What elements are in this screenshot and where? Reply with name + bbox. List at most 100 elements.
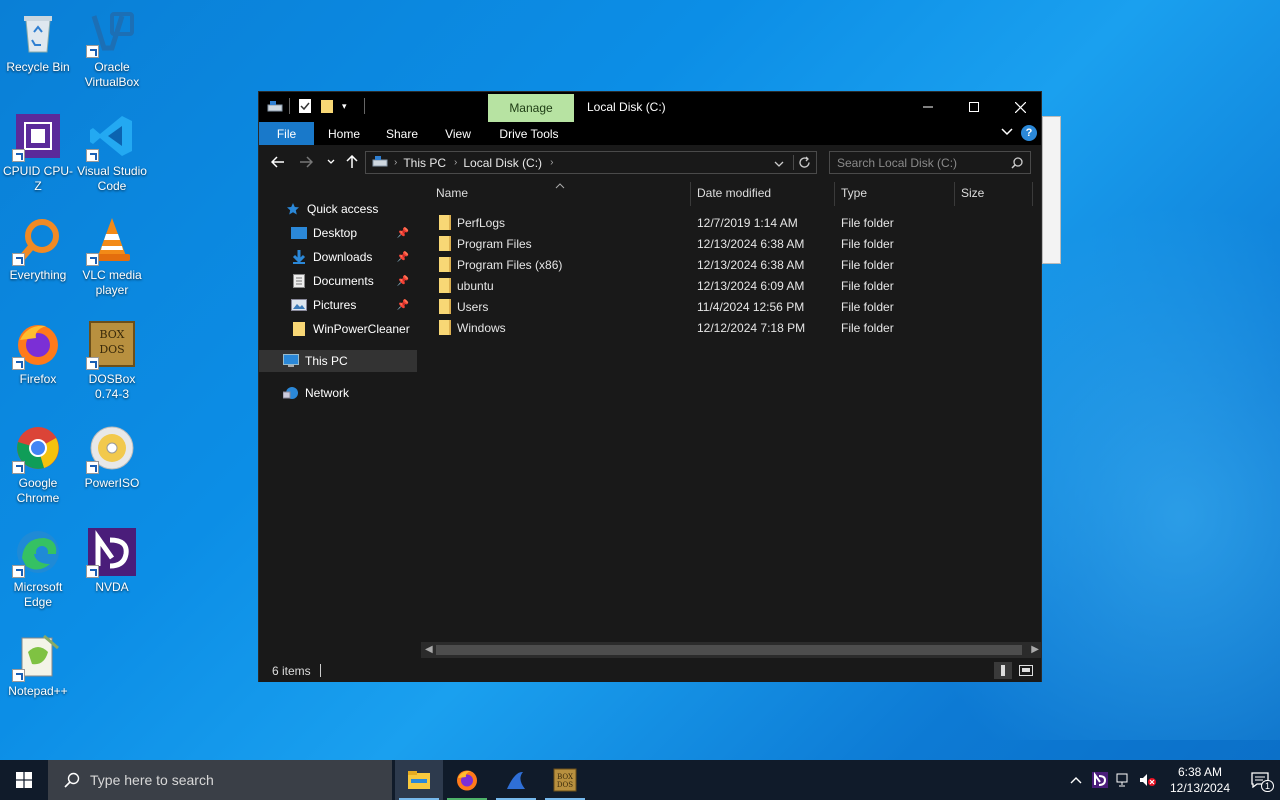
download-arrow-icon	[291, 250, 307, 264]
column-divider[interactable]	[834, 182, 835, 206]
sidebar-item-this-pc[interactable]: This PC	[259, 350, 417, 372]
large-icons-view-button[interactable]	[1017, 662, 1035, 679]
address-bar[interactable]: › This PC › Local Disk (C:) ›	[365, 151, 817, 174]
scrollbar-thumb[interactable]	[436, 645, 1022, 655]
details-view-button[interactable]	[994, 662, 1012, 679]
help-icon[interactable]: ?	[1021, 125, 1037, 141]
taskbar-search-box[interactable]: Type here to search	[48, 760, 392, 800]
start-button[interactable]	[0, 760, 48, 800]
desktop-icon-google-chrome[interactable]: Google Chrome	[0, 418, 76, 514]
forward-button[interactable]	[297, 153, 315, 171]
desktop-icon-label: Notepad++	[8, 684, 68, 698]
desktop-icon-poweriso[interactable]: PowerISO	[74, 418, 150, 514]
taskbar-clock[interactable]: 6:38 AM 12/13/2024	[1160, 764, 1240, 796]
column-header-type[interactable]: Type	[841, 180, 867, 206]
action-center-button[interactable]: 1	[1240, 772, 1280, 792]
shortcut-arrow-icon	[86, 149, 99, 162]
show-hidden-icons-chevron-icon[interactable]	[1064, 776, 1088, 784]
pin-icon[interactable]: 📌	[397, 276, 409, 287]
desktop-icon-label: Google Chrome	[16, 476, 60, 505]
column-header-name[interactable]: Name	[436, 180, 468, 206]
table-row[interactable]: ubuntu 12/13/2024 6:09 AM File folder	[429, 275, 1033, 296]
file-type: File folder	[841, 216, 894, 230]
desktop-icon-vlc-media-player[interactable]: VLC media player	[74, 210, 150, 306]
tab-drive-tools[interactable]: Drive Tools	[491, 122, 567, 145]
sidebar-item-pictures[interactable]: Pictures 📌	[259, 294, 417, 316]
tab-manage[interactable]: Manage	[488, 94, 574, 122]
desktop-icon-dosbox[interactable]: BOX DOS DOSBox 0.74-3	[74, 314, 150, 410]
column-divider[interactable]	[1032, 182, 1033, 206]
sidebar-item-label: Downloads	[313, 250, 373, 264]
desktop-icon-microsoft-edge[interactable]: Microsoft Edge	[0, 522, 76, 618]
taskbar-file-explorer[interactable]	[395, 760, 443, 800]
desktop-icon-firefox[interactable]: Firefox	[0, 314, 76, 410]
everything-search-icon	[12, 216, 62, 266]
column-divider[interactable]	[690, 182, 691, 206]
desktop-icon-cpu-z[interactable]: CPUID CPU-Z	[0, 106, 76, 202]
chrome-icon	[12, 424, 62, 474]
expand-ribbon-chevron-icon[interactable]	[1001, 127, 1013, 139]
tab-home[interactable]: Home	[319, 122, 369, 145]
folder-icon	[439, 257, 451, 272]
network-status-icon[interactable]	[1112, 773, 1136, 787]
properties-icon[interactable]	[298, 98, 312, 114]
sidebar-item-downloads[interactable]: Downloads 📌	[259, 246, 417, 268]
taskbar-dosbox[interactable]: BOX DOS	[541, 760, 589, 800]
desktop-icon-visual-studio-code[interactable]: Visual Studio Code	[74, 106, 150, 202]
customize-toolbar-dropdown-icon[interactable]: ▾	[342, 98, 356, 114]
close-button[interactable]	[997, 92, 1043, 122]
new-folder-icon[interactable]	[320, 98, 334, 114]
desktop-icon-nvda[interactable]: NVDA	[74, 522, 150, 618]
nvda-tray-icon[interactable]	[1088, 772, 1112, 788]
sidebar-item-winpowercleaner[interactable]: WinPowerCleaner	[259, 318, 417, 340]
pin-icon[interactable]: 📌	[397, 252, 409, 263]
pin-icon[interactable]: 📌	[397, 300, 409, 311]
search-input[interactable]	[837, 155, 1007, 170]
file-date: 12/12/2024 7:18 PM	[697, 321, 806, 335]
column-divider[interactable]	[954, 182, 955, 206]
scroll-right-icon[interactable]: ▶	[1031, 644, 1039, 655]
sidebar-item-label: Network	[305, 386, 350, 400]
search-box[interactable]	[829, 151, 1031, 174]
table-row[interactable]: Program Files (x86) 12/13/2024 6:38 AM F…	[429, 254, 1033, 275]
folder-icon	[439, 299, 451, 314]
recent-locations-button[interactable]	[322, 153, 340, 171]
sidebar-item-quick-access[interactable]: Quick access	[259, 198, 417, 220]
sidebar-item-desktop[interactable]: Desktop 📌	[259, 222, 417, 244]
refresh-icon[interactable]	[798, 156, 811, 172]
desktop-icon-recycle-bin[interactable]: Recycle Bin	[0, 2, 76, 98]
horizontal-scrollbar[interactable]: ◀ ▶	[421, 642, 1041, 658]
column-header-date-modified[interactable]: Date modified	[697, 180, 771, 206]
tab-share[interactable]: Share	[377, 122, 427, 145]
column-header-size[interactable]: Size	[961, 180, 984, 206]
tab-file[interactable]: File	[259, 122, 314, 145]
pin-icon[interactable]: 📌	[397, 228, 409, 239]
tab-view[interactable]: View	[435, 122, 481, 145]
sidebar-item-documents[interactable]: Documents 📌	[259, 270, 417, 292]
taskbar-app-shark[interactable]	[492, 760, 540, 800]
details-view-icon	[1001, 665, 1005, 676]
table-row[interactable]: Program Files 12/13/2024 6:38 AM File fo…	[429, 233, 1033, 254]
maximize-button[interactable]	[951, 92, 997, 122]
breadcrumb-local-disk[interactable]: Local Disk (C:)	[463, 156, 542, 170]
minimize-button[interactable]	[905, 92, 951, 122]
taskbar-firefox[interactable]	[443, 760, 491, 800]
taskbar-search-placeholder: Type here to search	[90, 772, 214, 788]
desktop-icon-label: DOSBox 0.74-3	[88, 372, 136, 401]
volume-muted-icon[interactable]	[1136, 773, 1160, 787]
desktop-icon-oracle-virtualbox[interactable]: Oracle VirtualBox	[74, 2, 150, 98]
up-button[interactable]	[343, 153, 361, 171]
sidebar-item-network[interactable]: Network	[259, 382, 417, 404]
desktop-icon-notepad-plus-plus[interactable]: Notepad++	[0, 626, 76, 722]
clock-time: 6:38 AM	[1177, 765, 1223, 779]
table-row[interactable]: Windows 12/12/2024 7:18 PM File folder	[429, 317, 1033, 338]
back-button[interactable]	[269, 153, 287, 171]
desktop-icon-everything[interactable]: Everything	[0, 210, 76, 306]
scroll-left-icon[interactable]: ◀	[425, 644, 433, 655]
address-dropdown-icon[interactable]	[774, 158, 784, 172]
chevron-down-icon	[327, 159, 335, 164]
table-row[interactable]: Users 11/4/2024 12:56 PM File folder	[429, 296, 1033, 317]
breadcrumb-this-pc[interactable]: This PC	[403, 156, 446, 170]
table-row[interactable]: PerfLogs 12/7/2019 1:14 AM File folder	[429, 212, 1033, 233]
drive-icon[interactable]	[267, 98, 283, 114]
